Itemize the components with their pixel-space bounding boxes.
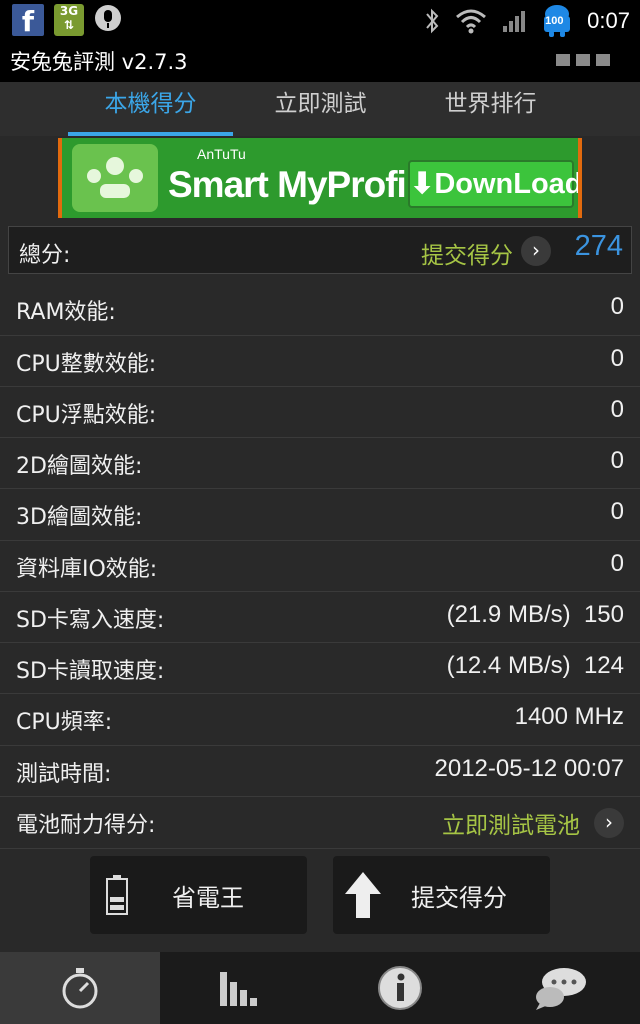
nav-feedback[interactable] — [480, 952, 640, 1024]
tab-indicator — [68, 132, 233, 136]
total-label: 總分: — [19, 243, 71, 268]
tab-test-now[interactable]: 立即測試 — [238, 82, 403, 136]
3g-data-icon: 3G ⇅ — [54, 4, 84, 36]
ad-title: Smart MyProfile — [168, 164, 436, 205]
result-row: 資料庫IO效能: 0 — [0, 541, 640, 592]
total-score-row: 總分: 提交得分 › 274 — [8, 226, 632, 274]
result-label: 測試時間: — [16, 762, 112, 787]
result-label: 3D繪圖效能: — [16, 505, 143, 530]
result-row: 2D繪圖效能: 0 — [0, 438, 640, 489]
result-row: 3D繪圖效能: 0 — [0, 489, 640, 541]
result-value: (21.9 MB/s) 150 — [446, 601, 624, 628]
result-label: SD卡讀取速度: — [16, 659, 165, 684]
result-row: 測試時間: 2012-05-12 00:07 — [0, 746, 640, 797]
result-value: 1400 MHz — [514, 703, 624, 730]
result-row: SD卡寫入速度: (21.9 MB/s) 150 — [0, 592, 640, 643]
tab-world-ranking[interactable]: 世界排行 — [408, 82, 573, 136]
test-battery-link[interactable]: 立即測試電池 — [442, 806, 580, 840]
wifi-icon — [456, 9, 487, 34]
download-arrow-icon: ⬇ — [410, 168, 435, 200]
status-bar: f 3G ⇅ 100 0:07 — [0, 0, 640, 40]
ad-brand: AnTuTu — [197, 146, 246, 162]
result-label: CPU浮點效能: — [16, 403, 157, 428]
submit-score-link[interactable]: 提交得分 — [421, 236, 513, 270]
result-label: CPU整數效能: — [16, 352, 157, 377]
result-value: (12.4 MB/s) 124 — [446, 652, 624, 679]
submit-score-button[interactable]: 提交得分 — [333, 856, 550, 934]
chat-icon — [536, 968, 586, 1010]
bottom-nav — [0, 952, 640, 1024]
power-saver-button[interactable]: 省電王 — [90, 856, 307, 934]
overflow-menu-icon[interactable] — [556, 54, 610, 66]
clock: 0:07 — [587, 8, 630, 33]
app-title: 安兔兔評測 v2.7.3 — [10, 50, 188, 74]
result-label: 資料庫IO效能: — [16, 557, 158, 582]
result-value: 0 — [610, 550, 624, 577]
battery-icon — [106, 875, 128, 915]
stopwatch-icon — [62, 968, 98, 1009]
result-value: 0 — [610, 447, 624, 474]
result-row: SD卡讀取速度: (12.4 MB/s) 124 — [0, 643, 640, 694]
ad-banner[interactable]: AnTuTu Smart MyProfile ⬇DownLoad — [58, 138, 582, 218]
battery-android-icon: 100 — [541, 4, 573, 38]
result-value: 0 — [610, 498, 624, 525]
result-value: 0 — [610, 293, 624, 320]
power-saver-label: 省電王 — [172, 884, 244, 912]
result-label: CPU頻率: — [16, 710, 113, 735]
submit-score-label: 提交得分 — [411, 884, 507, 912]
result-row: CPU浮點效能: 0 — [0, 387, 640, 438]
battery-score-row: 電池耐力得分: 立即測試電池 › — [0, 797, 640, 849]
tab-device-score[interactable]: 本機得分 — [68, 82, 233, 136]
nav-stopwatch[interactable] — [0, 952, 160, 1024]
result-row: CPU頻率: 1400 MHz — [0, 694, 640, 746]
bar-chart-icon — [220, 972, 257, 1006]
result-row: CPU整數效能: 0 — [0, 336, 640, 387]
result-label: SD卡寫入速度: — [16, 608, 165, 633]
result-value: 0 — [610, 345, 624, 372]
microphone-icon — [95, 5, 121, 31]
result-row: RAM效能: 0 — [0, 284, 640, 336]
result-value: 0 — [610, 396, 624, 423]
nav-info[interactable] — [320, 952, 480, 1024]
result-label: 電池耐力得分: — [16, 813, 156, 838]
tab-bar: 本機得分 立即測試 世界排行 — [0, 82, 640, 136]
facebook-icon: f — [12, 4, 44, 36]
result-value: 2012-05-12 00:07 — [434, 755, 625, 782]
bluetooth-icon — [426, 8, 439, 34]
ad-download-button[interactable]: ⬇DownLoad — [408, 160, 578, 208]
info-icon — [378, 966, 422, 1010]
upload-arrow-icon — [345, 872, 381, 918]
profile-app-icon — [72, 144, 158, 212]
title-bar: 安兔兔評測 v2.7.3 — [0, 40, 640, 82]
result-label: RAM效能: — [16, 300, 116, 325]
chevron-right-icon[interactable]: › — [594, 808, 624, 838]
signal-icon — [503, 11, 526, 32]
nav-charts[interactable] — [160, 952, 320, 1024]
result-label: 2D繪圖效能: — [16, 454, 143, 479]
chevron-right-icon[interactable]: › — [521, 236, 551, 266]
total-score: 274 — [574, 230, 623, 262]
